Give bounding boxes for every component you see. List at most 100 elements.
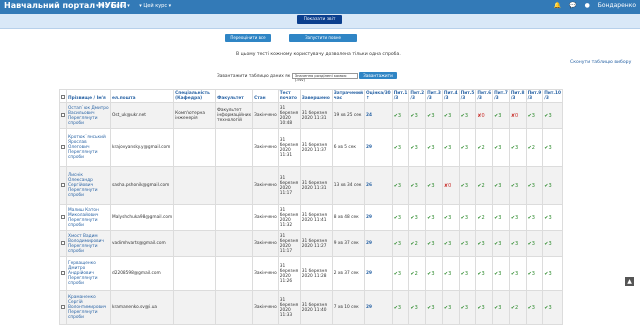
check-icon[interactable]: ✔3 bbox=[410, 113, 417, 119]
check-icon[interactable]: ✔3 bbox=[410, 145, 417, 151]
question-mark-cell[interactable]: ✔3 bbox=[492, 290, 510, 325]
check-icon[interactable]: ✔3 bbox=[477, 271, 484, 277]
score-cell[interactable]: 29 bbox=[364, 290, 393, 325]
avatar[interactable]: ● bbox=[585, 2, 590, 9]
column-header[interactable]: Пит.6 /3 bbox=[475, 89, 494, 103]
check-icon[interactable]: ✔3 bbox=[444, 241, 451, 247]
check-icon[interactable]: ✔2 bbox=[410, 241, 417, 247]
score-cell[interactable]: 29 bbox=[364, 204, 393, 231]
question-mark-cell[interactable]: ✔3 bbox=[408, 128, 427, 167]
check-icon[interactable]: ✔3 bbox=[528, 113, 535, 119]
question-mark-cell[interactable]: ✔3 bbox=[408, 166, 427, 205]
check-icon[interactable]: ✔3 bbox=[544, 215, 551, 221]
student-name-link[interactable]: Герващенко Дмитро Андрійович bbox=[68, 261, 96, 276]
cross-icon[interactable]: ✘0 bbox=[511, 113, 518, 119]
question-mark-cell[interactable]: ✔3 bbox=[525, 204, 544, 231]
score-link[interactable]: 26 bbox=[366, 183, 372, 188]
column-header[interactable]: Оцінка/30 ↑ bbox=[364, 89, 393, 103]
check-icon[interactable]: ✔3 bbox=[494, 241, 501, 247]
check-icon[interactable]: ✔3 bbox=[477, 305, 484, 311]
question-mark-cell[interactable]: ✔3 bbox=[508, 166, 527, 205]
row-checkbox[interactable] bbox=[61, 182, 65, 187]
question-mark-cell[interactable]: ✔3 bbox=[492, 230, 510, 257]
student-name-link[interactable]: Хмост Вадим Володимирович bbox=[68, 234, 104, 244]
question-mark-cell[interactable]: ✔3 bbox=[542, 256, 564, 291]
row-checkbox[interactable] bbox=[61, 240, 65, 245]
question-mark-cell[interactable]: ✔3 bbox=[475, 230, 494, 257]
row-checkbox[interactable] bbox=[61, 270, 65, 275]
check-icon[interactable]: ✔3 bbox=[444, 145, 451, 151]
score-link[interactable]: 29 bbox=[366, 305, 372, 310]
column-header[interactable]: Стан bbox=[252, 89, 279, 103]
column-header[interactable]: Спеціальність (Кафедра) bbox=[173, 89, 217, 103]
question-mark-cell[interactable]: ✔3 bbox=[475, 290, 494, 325]
column-header[interactable]: Затрачений час bbox=[331, 89, 366, 103]
check-icon[interactable]: ✔3 bbox=[528, 183, 535, 189]
score-cell[interactable]: 29 bbox=[364, 128, 393, 167]
check-icon[interactable]: ✔3 bbox=[528, 271, 535, 277]
question-mark-cell[interactable]: ✔3 bbox=[492, 128, 510, 167]
question-mark-cell[interactable]: ✔3 bbox=[458, 166, 477, 205]
check-icon[interactable]: ✔3 bbox=[477, 241, 484, 247]
check-icon[interactable]: ✔3 bbox=[528, 215, 535, 221]
question-mark-cell[interactable]: ✔3 bbox=[458, 128, 477, 167]
row-checkbox[interactable] bbox=[61, 214, 65, 219]
question-mark-cell[interactable]: ✔3 bbox=[542, 102, 564, 129]
column-header[interactable]: Пит.10 /3 bbox=[542, 89, 564, 103]
score-link[interactable]: 29 bbox=[366, 241, 372, 246]
question-mark-cell[interactable]: ✔3 bbox=[458, 204, 477, 231]
question-mark-cell[interactable]: ✔2 bbox=[408, 230, 427, 257]
question-mark-cell[interactable]: ✔3 bbox=[458, 290, 477, 325]
row-checkbox[interactable] bbox=[61, 144, 65, 149]
column-header[interactable]: Факультет bbox=[215, 89, 254, 103]
check-icon[interactable]: ✔3 bbox=[394, 113, 401, 119]
column-header[interactable]: Прізвище / Ім'я bbox=[66, 89, 111, 103]
question-mark-cell[interactable]: ✔3 bbox=[441, 128, 460, 167]
question-mark-cell[interactable]: ✔3 bbox=[508, 204, 527, 231]
check-icon[interactable]: ✔3 bbox=[511, 183, 518, 189]
regrade-all-button[interactable]: Запустити повне переоцінювання bbox=[289, 34, 357, 48]
review-attempt-link[interactable]: Переглянути спроби bbox=[68, 150, 109, 160]
student-name-link[interactable]: Остап`юк Дмитро Васильович bbox=[68, 106, 109, 116]
question-mark-cell[interactable]: ✔3 bbox=[458, 256, 477, 291]
this-course-menu[interactable]: ▾ Цей курс ▾ bbox=[139, 3, 171, 9]
student-name-link[interactable]: Кротюк`янський Ярослав Олегович bbox=[68, 135, 106, 150]
check-icon[interactable]: ✔3 bbox=[427, 271, 434, 277]
question-mark-cell[interactable]: ✔3 bbox=[525, 230, 544, 257]
question-mark-cell[interactable]: ✔3 bbox=[475, 256, 494, 291]
check-icon[interactable]: ✔3 bbox=[494, 271, 501, 277]
check-icon[interactable]: ✔3 bbox=[427, 145, 434, 151]
question-mark-cell[interactable]: ✔3 bbox=[391, 166, 410, 205]
check-icon[interactable]: ✔3 bbox=[461, 113, 468, 119]
check-icon[interactable]: ✔3 bbox=[494, 113, 501, 119]
question-mark-cell[interactable]: ✔3 bbox=[458, 102, 477, 129]
check-icon[interactable]: ✔3 bbox=[394, 271, 401, 277]
column-header[interactable]: Завершено bbox=[299, 89, 333, 103]
check-icon[interactable]: ✔2 bbox=[511, 305, 518, 311]
question-mark-cell[interactable]: ✔3 bbox=[458, 230, 477, 257]
check-icon[interactable]: ✔3 bbox=[410, 215, 417, 221]
question-mark-cell[interactable]: ✔3 bbox=[408, 102, 427, 129]
question-mark-cell[interactable]: ✔3 bbox=[425, 204, 443, 231]
cross-icon[interactable]: ✘0 bbox=[477, 113, 484, 119]
check-icon[interactable]: ✔3 bbox=[461, 215, 468, 221]
question-mark-cell[interactable]: ✔3 bbox=[525, 290, 544, 325]
question-mark-cell[interactable]: ✔3 bbox=[525, 256, 544, 291]
check-icon[interactable]: ✔3 bbox=[427, 305, 434, 311]
user-menu[interactable]: Бондаренко bbox=[598, 2, 636, 9]
download-button[interactable]: Завантажити bbox=[359, 72, 397, 79]
regrade-button[interactable]: Переоцінити все bbox=[225, 34, 271, 42]
check-icon[interactable]: ✔3 bbox=[461, 145, 468, 151]
question-mark-cell[interactable]: ✔2 bbox=[525, 128, 544, 167]
check-icon[interactable]: ✔3 bbox=[528, 305, 535, 311]
score-link[interactable]: 29 bbox=[366, 215, 372, 220]
check-icon[interactable]: ✔3 bbox=[511, 271, 518, 277]
column-header[interactable]: Пит.5 /3 bbox=[458, 89, 477, 103]
column-header[interactable]: Тест почато bbox=[277, 89, 301, 103]
check-icon[interactable]: ✔3 bbox=[444, 305, 451, 311]
question-mark-cell[interactable]: ✔3 bbox=[492, 166, 510, 205]
check-icon[interactable]: ✔3 bbox=[461, 271, 468, 277]
question-mark-cell[interactable]: ✔3 bbox=[425, 128, 443, 167]
check-icon[interactable]: ✔3 bbox=[494, 215, 501, 221]
question-mark-cell[interactable]: ✘0 bbox=[508, 102, 527, 129]
